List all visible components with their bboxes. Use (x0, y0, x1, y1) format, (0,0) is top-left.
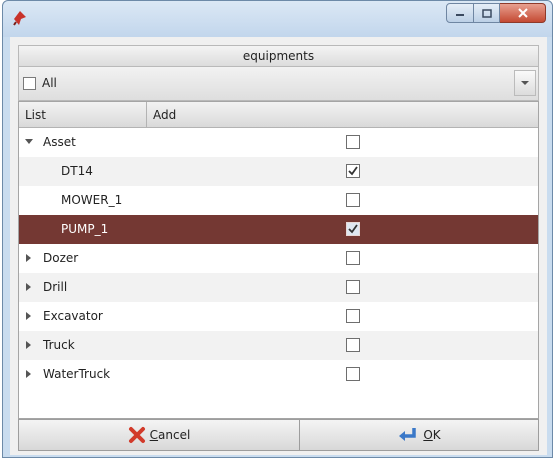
tree-row-label: Dozer (43, 251, 79, 265)
maximize-button[interactable] (474, 3, 500, 23)
tree-row[interactable]: PUMP_1 (19, 215, 538, 244)
dropdown-button[interactable] (514, 70, 536, 96)
collapsed-arrow-icon[interactable] (25, 254, 33, 262)
minimize-icon (456, 14, 464, 16)
collapsed-arrow-icon[interactable] (25, 312, 33, 320)
all-checkbox[interactable] (23, 77, 36, 90)
ok-label: OK (423, 428, 441, 442)
maximize-icon (481, 8, 492, 18)
ok-button[interactable]: OK (300, 419, 539, 451)
panel-title: equipments (18, 45, 539, 67)
close-icon (517, 8, 528, 18)
cancel-button[interactable]: Cancel (18, 419, 300, 451)
red-x-icon (128, 427, 145, 443)
tree-rows: Asset DT14 MOWER_1 PUMP_1 Dozer Drill Excavato… (19, 128, 538, 389)
add-checkbox[interactable] (346, 367, 360, 381)
close-button[interactable] (500, 3, 546, 23)
tree-row-label: Truck (43, 338, 75, 352)
tree-row[interactable]: Dozer (19, 244, 538, 273)
minimize-button[interactable] (446, 3, 474, 23)
add-checkbox[interactable] (346, 222, 360, 236)
collapsed-arrow-icon[interactable] (25, 283, 33, 291)
tree-row[interactable]: MOWER_1 (19, 186, 538, 215)
tree-row-label: Excavator (43, 309, 103, 323)
add-checkbox[interactable] (346, 280, 360, 294)
column-headers: List Add (19, 102, 538, 128)
expanded-arrow-icon[interactable] (25, 138, 33, 146)
red-diamond-icon (13, 11, 26, 26)
tree-row[interactable]: Drill (19, 273, 538, 302)
all-label: All (42, 76, 57, 90)
tree-row-label: Asset (43, 135, 76, 149)
tree-row[interactable]: Asset (19, 128, 538, 157)
dialog-footer: Cancel OK (18, 419, 539, 451)
tree-row[interactable]: WaterTruck (19, 360, 538, 389)
window-controls (446, 3, 546, 23)
checkmark-icon (348, 166, 358, 176)
collapsed-arrow-icon[interactable] (25, 370, 33, 378)
tree-row-label: WaterTruck (43, 367, 111, 381)
add-checkbox[interactable] (346, 135, 360, 149)
tree-row-label: Drill (43, 280, 68, 294)
add-checkbox[interactable] (346, 164, 360, 178)
tree-row-label: DT14 (61, 164, 93, 178)
add-checkbox[interactable] (346, 251, 360, 265)
add-checkbox[interactable] (346, 309, 360, 323)
tree-row[interactable]: Excavator (19, 302, 538, 331)
chevron-down-icon (521, 81, 529, 85)
title-bar[interactable] (3, 1, 552, 37)
add-checkbox[interactable] (346, 338, 360, 352)
column-header-add[interactable]: Add (147, 102, 538, 127)
tree-row-label: PUMP_1 (61, 222, 109, 236)
tree-row[interactable]: DT14 (19, 157, 538, 186)
add-checkbox[interactable] (346, 193, 360, 207)
cancel-label: Cancel (149, 428, 191, 442)
dialog-window: equipments All List Add Asset DT14 MOWER_1… (2, 0, 553, 458)
tree-row-label: MOWER_1 (61, 193, 123, 207)
dialog-body: equipments All List Add Asset DT14 MOWER_1… (10, 37, 547, 455)
filter-row: All (18, 67, 539, 101)
collapsed-arrow-icon[interactable] (25, 341, 33, 349)
checkmark-icon (348, 224, 358, 234)
column-header-list[interactable]: List (19, 102, 147, 127)
blue-return-arrow-icon (399, 428, 417, 441)
tree-row[interactable]: Truck (19, 331, 538, 360)
equipment-tree-table: List Add Asset DT14 MOWER_1 PUMP_1 Dozer Dril… (18, 101, 539, 419)
